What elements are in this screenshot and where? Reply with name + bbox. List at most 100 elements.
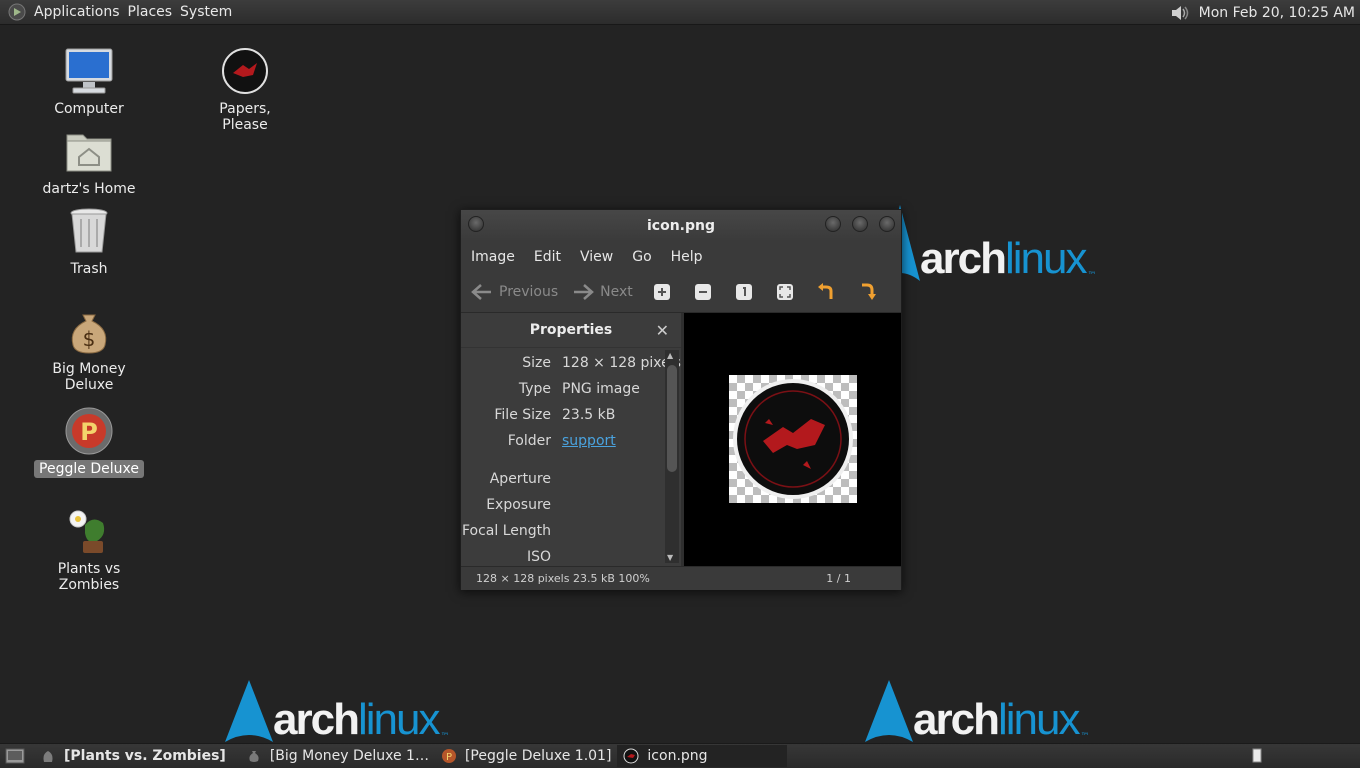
status-info: 128 × 128 pixels 23.5 kB 100% xyxy=(476,572,650,585)
properties-scrollbar[interactable]: ▲ ▼ xyxy=(665,350,679,563)
property-value: 128 × 128 pixels xyxy=(562,355,681,371)
speaker-icon[interactable] xyxy=(1169,3,1191,23)
arch-triangle-icon xyxy=(225,680,273,742)
money-bag-icon xyxy=(249,751,259,762)
property-row: Folder support xyxy=(461,428,681,454)
desktop-icon-plants-vs-zombies[interactable]: Plants vs Zombies xyxy=(34,505,144,594)
properties-panel: Properties ✕ Size 128 × 128 pixels Type … xyxy=(461,313,681,566)
plants-vs-zombies-icon xyxy=(69,510,105,553)
task-label: [Plants vs. Zombies] xyxy=(64,748,226,764)
property-key: Folder xyxy=(507,433,551,449)
workspace-switcher-icon[interactable] xyxy=(1250,748,1264,764)
properties-title: Properties xyxy=(529,322,613,338)
property-key: Focal Length xyxy=(461,523,551,539)
task-plants-vs-zombies[interactable]: [Plants vs. Zombies] xyxy=(34,745,232,767)
task-label: [Peggle Deluxe 1.01] xyxy=(464,748,612,764)
svg-text:$: $ xyxy=(83,327,96,351)
trademark: ™ xyxy=(1087,271,1097,281)
arch-word: arch xyxy=(913,695,1000,744)
window-body: Properties ✕ Size 128 × 128 pixels Type … xyxy=(461,313,901,566)
system-menu[interactable]: System xyxy=(180,4,240,20)
trademark: ™ xyxy=(440,732,450,742)
close-button[interactable] xyxy=(879,216,895,232)
property-key: Size xyxy=(522,355,551,371)
desktop-icon-label: Trash xyxy=(70,261,108,277)
home-folder-icon xyxy=(66,134,112,172)
normal-size-icon[interactable] xyxy=(735,283,753,301)
maximize-button[interactable] xyxy=(852,216,868,232)
scroll-thumb[interactable] xyxy=(667,365,677,472)
property-row: Size 128 × 128 pixels xyxy=(461,350,681,376)
bottom-panel: [Plants vs. Zombies] [Big Money Deluxe 1… xyxy=(0,743,1360,768)
window-statusbar: 128 × 128 pixels 23.5 kB 100% 1 / 1 xyxy=(461,566,901,590)
property-row: File Size 23.5 kB xyxy=(461,402,681,428)
linux-word: linux xyxy=(1004,234,1087,283)
linux-word: linux xyxy=(357,695,440,744)
rotate-right-icon[interactable] xyxy=(858,283,876,301)
property-key: Type xyxy=(518,381,551,397)
next-button[interactable]: Next xyxy=(572,283,633,301)
top-panel: Applications Places System Mon Feb 20, 1… xyxy=(0,0,1360,25)
arch-logo-top: arch linux ™ xyxy=(880,205,1096,281)
zoom-out-icon[interactable] xyxy=(694,283,712,301)
task-label: [Big Money Deluxe 1… xyxy=(269,748,429,764)
desktop-icon-big-money[interactable]: $ Big Money Deluxe xyxy=(34,305,144,394)
window-toolbar: Previous Next xyxy=(461,271,901,313)
properties-header: Properties ✕ xyxy=(461,313,681,348)
menu-go[interactable]: Go xyxy=(632,249,651,265)
status-page: 1 / 1 xyxy=(826,572,851,585)
menu-help[interactable]: Help xyxy=(671,249,703,265)
properties-list: Size 128 × 128 pixels Type PNG image Fil… xyxy=(461,348,681,570)
best-fit-icon[interactable] xyxy=(776,283,794,301)
linux-word: linux xyxy=(997,695,1080,744)
property-row: Type PNG image xyxy=(461,376,681,402)
show-desktop-icon[interactable] xyxy=(4,746,28,766)
arch-logo-bottom-right: arch linux ™ xyxy=(865,680,1089,742)
desktop-icon-trash[interactable]: Trash xyxy=(34,205,144,278)
window-menu-button[interactable] xyxy=(468,216,484,232)
previous-button[interactable]: Previous xyxy=(471,283,558,301)
desktop-icon-papers-please[interactable]: Papers, Please xyxy=(190,45,300,134)
image-viewer-window: icon.png Image Edit View Go Help Previou… xyxy=(460,209,902,590)
image-canvas[interactable] xyxy=(684,313,901,566)
property-spacer xyxy=(461,454,681,466)
rotate-left-icon[interactable] xyxy=(817,282,835,301)
gnome-foot-icon[interactable] xyxy=(8,3,26,21)
window-titlebar[interactable]: icon.png xyxy=(461,210,901,242)
zoom-in-icon[interactable] xyxy=(653,283,671,301)
papers-please-icon xyxy=(222,48,268,94)
trash-icon xyxy=(70,208,108,253)
desktop-icon-label: Plants vs Zombies xyxy=(57,561,121,593)
desktop-icon-label: Computer xyxy=(54,101,124,117)
task-big-money[interactable]: [Big Money Deluxe 1… xyxy=(240,745,435,767)
property-key: Aperture xyxy=(489,471,551,487)
task-peggle[interactable]: P [Peggle Deluxe 1.01] xyxy=(435,745,617,767)
clock[interactable]: Mon Feb 20, 10:25 AM xyxy=(1199,5,1355,21)
property-row: Exposure xyxy=(461,492,681,518)
places-menu[interactable]: Places xyxy=(128,4,181,20)
desktop-icon-label: Big Money Deluxe xyxy=(52,361,126,393)
desktop-icon-peggle[interactable]: P Peggle Deluxe xyxy=(34,405,144,478)
menu-edit[interactable]: Edit xyxy=(534,249,561,265)
task-icon-png[interactable]: icon.png xyxy=(617,745,788,767)
window-title: icon.png xyxy=(646,218,715,234)
arch-triangle-icon xyxy=(865,680,913,742)
minimize-button[interactable] xyxy=(825,216,841,232)
trademark: ™ xyxy=(1080,732,1090,742)
peggle-icon: P xyxy=(65,407,113,455)
property-row: Focal Length xyxy=(461,518,681,544)
desktop-icon-home[interactable]: dartz's Home xyxy=(34,125,144,198)
property-value: 23.5 kB xyxy=(562,407,616,423)
arch-logo-bottom-left: arch linux ™ xyxy=(225,680,449,742)
menu-view[interactable]: View xyxy=(580,249,613,265)
folder-link[interactable]: support xyxy=(551,433,616,449)
property-key: ISO xyxy=(526,549,551,565)
applications-menu[interactable]: Applications xyxy=(34,4,128,20)
scroll-down-icon[interactable]: ▼ xyxy=(667,553,673,562)
properties-close-icon[interactable]: ✕ xyxy=(656,321,669,340)
svg-text:P: P xyxy=(446,752,452,763)
previous-label: Previous xyxy=(499,283,559,300)
scroll-up-icon[interactable]: ▲ xyxy=(667,351,673,360)
menu-image[interactable]: Image xyxy=(471,249,515,265)
desktop-icon-computer[interactable]: Computer xyxy=(34,45,144,118)
